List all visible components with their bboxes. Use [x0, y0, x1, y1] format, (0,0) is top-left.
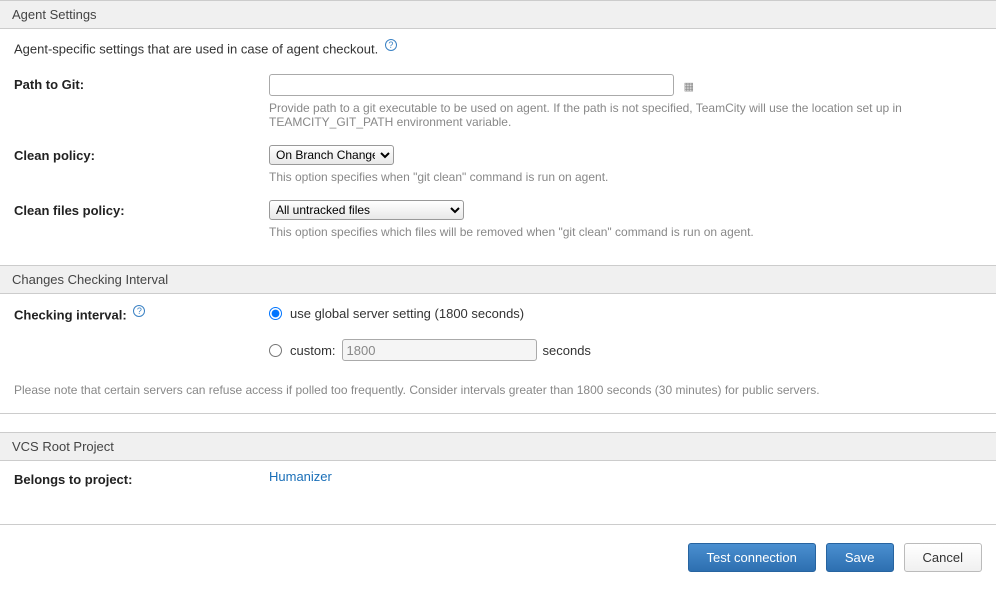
- interval-custom-input[interactable]: [342, 339, 537, 361]
- clean-policy-label: Clean policy:: [14, 145, 269, 163]
- checking-interval-row: Checking interval: ? use global server s…: [0, 294, 996, 373]
- belongs-to-link[interactable]: Humanizer: [269, 469, 332, 484]
- belongs-to-row: Belongs to project: Humanizer: [0, 461, 996, 495]
- cancel-button[interactable]: Cancel: [904, 543, 982, 572]
- interval-global-radio[interactable]: [269, 307, 282, 320]
- clean-policy-hint: This option specifies when "git clean" c…: [269, 170, 949, 184]
- help-icon[interactable]: ?: [385, 39, 397, 51]
- agent-settings-header: Agent Settings: [0, 0, 996, 29]
- interval-custom-label: custom:: [290, 343, 336, 358]
- interval-global-label: use global server setting (1800 seconds): [290, 306, 524, 321]
- clean-files-policy-hint: This option specifies which files will b…: [269, 225, 949, 239]
- clean-policy-row: Clean policy: On Branch Change This opti…: [0, 137, 996, 192]
- interval-global-option[interactable]: use global server setting (1800 seconds): [269, 302, 982, 325]
- save-button[interactable]: Save: [826, 543, 894, 572]
- clean-files-policy-select[interactable]: All untracked files: [269, 200, 464, 220]
- path-to-git-input[interactable]: [269, 74, 674, 96]
- clean-files-policy-label: Clean files policy:: [14, 200, 269, 218]
- interval-custom-radio[interactable]: [269, 344, 282, 357]
- expand-icon[interactable]: ▦: [684, 80, 694, 93]
- interval-custom-option[interactable]: custom: seconds: [269, 335, 982, 365]
- agent-settings-desc-text: Agent-specific settings that are used in…: [14, 41, 378, 56]
- interval-unit-label: seconds: [543, 343, 591, 358]
- project-header: VCS Root Project: [0, 432, 996, 461]
- clean-files-policy-row: Clean files policy: All untracked files …: [0, 192, 996, 247]
- agent-settings-desc: Agent-specific settings that are used in…: [0, 29, 996, 66]
- path-to-git-hint: Provide path to a git executable to be u…: [269, 101, 949, 129]
- button-bar: Test connection Save Cancel: [0, 525, 996, 590]
- interval-note: Please note that certain servers can ref…: [0, 373, 996, 414]
- interval-header: Changes Checking Interval: [0, 265, 996, 294]
- belongs-to-label: Belongs to project:: [14, 469, 269, 487]
- path-to-git-label: Path to Git:: [14, 74, 269, 92]
- checking-interval-label: Checking interval: ?: [14, 302, 269, 322]
- help-icon[interactable]: ?: [133, 305, 145, 317]
- path-to-git-row: Path to Git: ▦ Provide path to a git exe…: [0, 66, 996, 137]
- clean-policy-select[interactable]: On Branch Change: [269, 145, 394, 165]
- test-connection-button[interactable]: Test connection: [688, 543, 816, 572]
